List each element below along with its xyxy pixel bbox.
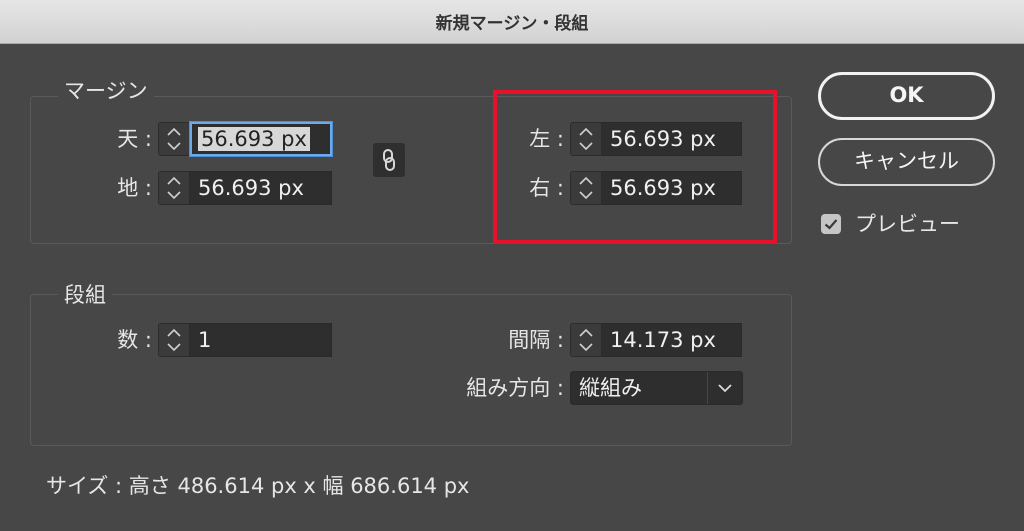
margin-top-value: 56.693 px	[198, 127, 310, 151]
margin-bottom-input[interactable]: 56.693 px	[190, 171, 332, 205]
document-size-info: サイズ : 高さ 486.614 px x 幅 686.614 px	[46, 474, 470, 498]
margin-top-label: 天 :	[117, 127, 152, 151]
margin-group-label: マージン	[58, 78, 154, 104]
title-bar[interactable]: 新規マージン・段組	[0, 0, 1024, 44]
columns-count-stepper[interactable]	[158, 323, 190, 357]
columns-direction-value: 縦組み	[579, 376, 642, 400]
margin-bottom-label: 地 :	[117, 176, 152, 200]
dialog-title: 新規マージン・段組	[435, 14, 589, 34]
chain-link-icon	[383, 149, 395, 171]
new-margins-columns-dialog: 新規マージン・段組 マージン 天 : 56.693 px 地 : 56.693 …	[0, 0, 1024, 531]
columns-gutter-input[interactable]: 14.173 px	[602, 323, 742, 357]
columns-group	[30, 294, 792, 446]
columns-count-input[interactable]: 1	[190, 323, 332, 357]
margin-bottom-stepper[interactable]	[158, 171, 190, 205]
columns-gutter-label: 間隔 :	[508, 328, 564, 352]
margin-top-stepper[interactable]	[158, 122, 190, 156]
link-margins-button[interactable]	[373, 143, 405, 177]
chevron-down-icon	[707, 372, 742, 404]
columns-direction-label: 組み方向 :	[466, 376, 564, 400]
cancel-button[interactable]: キャンセル	[818, 138, 995, 186]
preview-checkbox[interactable]	[821, 214, 841, 234]
columns-gutter-stepper[interactable]	[570, 323, 602, 357]
columns-count-label: 数 :	[117, 328, 152, 352]
margin-top-input[interactable]: 56.693 px	[190, 122, 332, 156]
preview-label: プレビュー	[855, 212, 960, 236]
ok-button[interactable]: OK	[818, 72, 995, 120]
checkmark-icon	[824, 219, 838, 230]
highlight-annotation	[493, 90, 777, 244]
columns-direction-select[interactable]: 縦組み	[570, 371, 743, 405]
columns-group-label: 段組	[58, 282, 112, 308]
